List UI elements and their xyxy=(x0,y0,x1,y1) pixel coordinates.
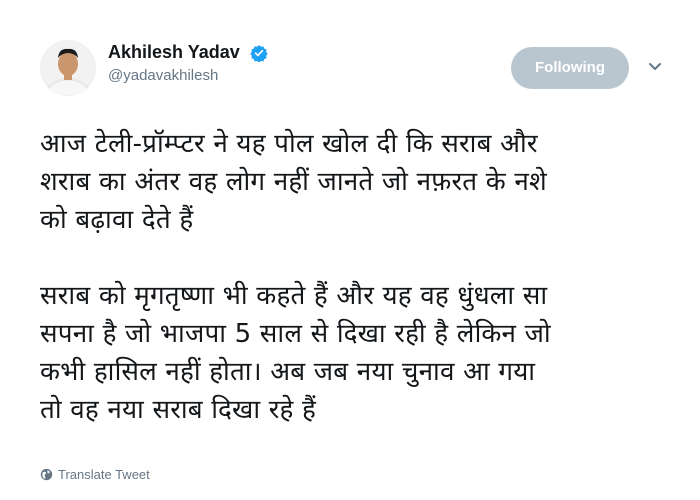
translate-label: Translate Tweet xyxy=(58,467,150,482)
avatar-image xyxy=(40,40,96,96)
tweet-line: कभी हासिल नहीं होता। अब जब नया चुनाव आ ग… xyxy=(40,357,536,387)
tweet-line: शराब का अंतर वह लोग नहीं जानते जो नफ़रत … xyxy=(40,167,547,197)
tweet-line: सराब को मृगतृष्णा भी कहते हैं और यह वह ध… xyxy=(40,281,548,311)
display-name[interactable]: Akhilesh Yadav xyxy=(108,42,240,63)
avatar[interactable] xyxy=(40,40,96,96)
translate-tweet-link[interactable]: Translate Tweet xyxy=(40,467,150,482)
verified-badge-icon xyxy=(250,44,268,62)
user-handle[interactable]: @yadavakhilesh xyxy=(108,67,268,84)
globe-icon xyxy=(40,468,53,481)
tweet-text: आज टेली-प्रॉम्प्टर ने यह पोल खोल दी कि स… xyxy=(40,125,670,429)
tweet-line: आज टेली-प्रॉम्प्टर ने यह पोल खोल दी कि स… xyxy=(40,129,538,159)
tweet-line: सपना है जो भाजपा 5 साल से दिखा रही है ले… xyxy=(40,319,551,349)
chevron-down-icon[interactable] xyxy=(648,62,662,72)
following-button[interactable]: Following xyxy=(511,47,629,89)
tweet-line: को बढ़ावा देते हैं xyxy=(40,205,194,235)
author-info: Akhilesh Yadav @yadavakhilesh xyxy=(108,42,268,84)
tweet-line: तो वह नया सराब दिखा रहे हैं xyxy=(40,395,317,425)
tweet-paragraph-1: आज टेली-प्रॉम्प्टर ने यह पोल खोल दी कि स… xyxy=(40,125,670,239)
tweet-paragraph-2: सराब को मृगतृष्णा भी कहते हैं और यह वह ध… xyxy=(40,277,670,429)
tweet-card: Akhilesh Yadav @yadavakhilesh Following … xyxy=(0,0,700,500)
